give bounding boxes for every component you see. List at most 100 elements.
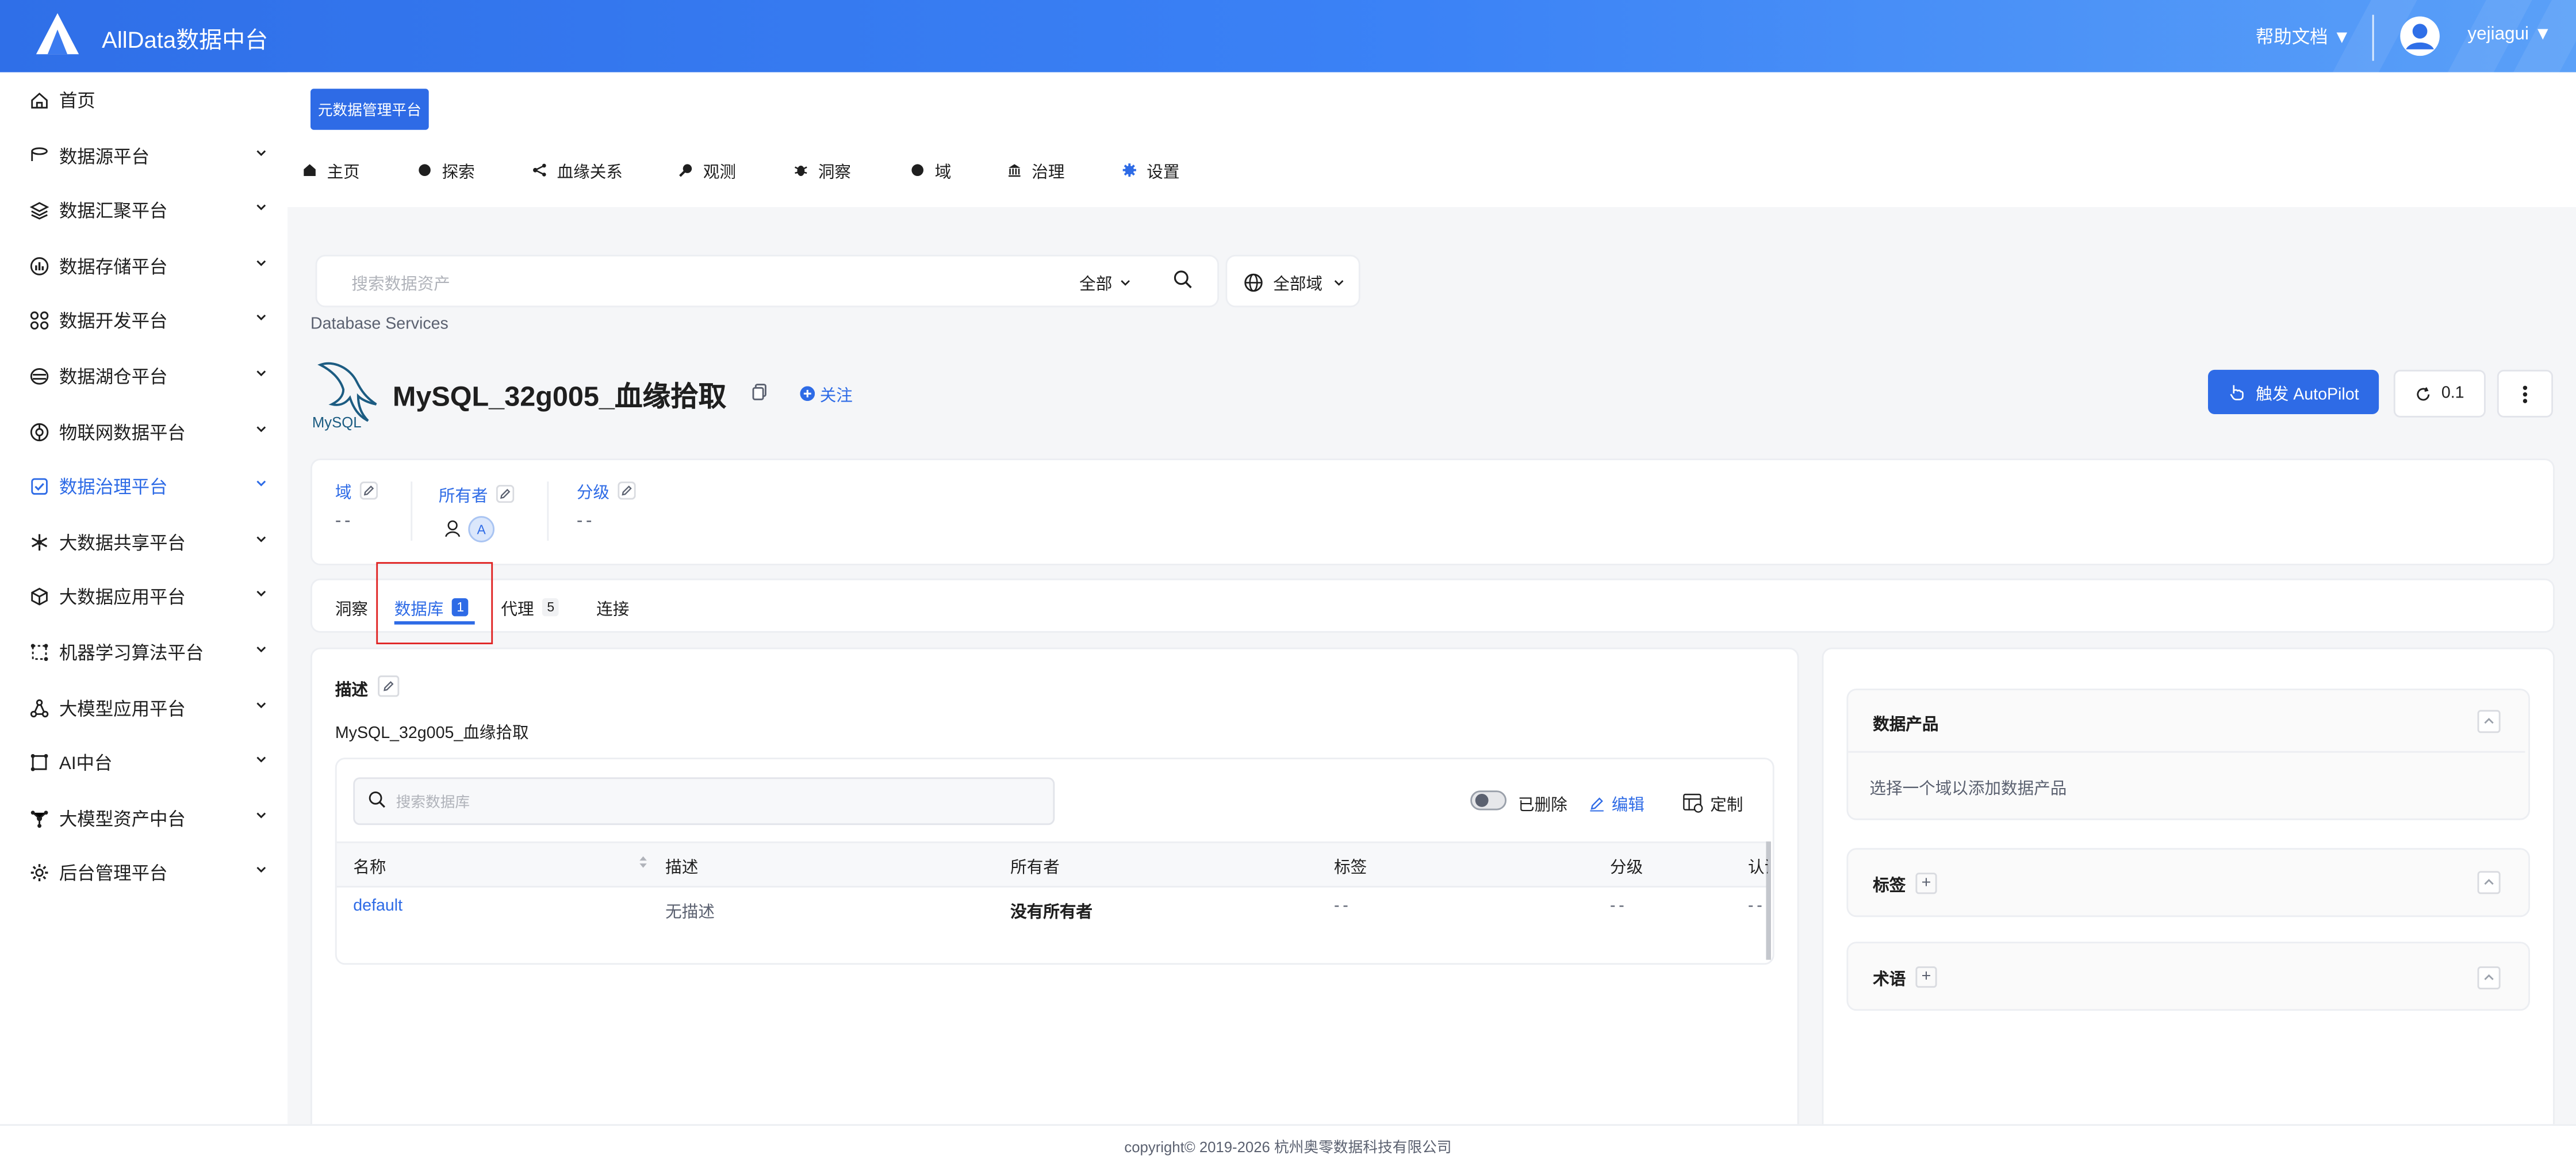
home-icon bbox=[304, 164, 316, 176]
autopilot-label: 触发 AutoPilot bbox=[2256, 386, 2359, 404]
sidebar-item-12[interactable]: AI中台 bbox=[0, 741, 288, 784]
collapse-icon[interactable] bbox=[2477, 710, 2501, 733]
chevron-down-icon[interactable] bbox=[255, 477, 268, 490]
user-avatar-icon[interactable] bbox=[2400, 16, 2440, 56]
database-link[interactable]: default bbox=[353, 897, 402, 915]
chevron-down-icon[interactable] bbox=[255, 256, 268, 269]
tab-3[interactable]: 连接 bbox=[596, 595, 629, 620]
tier-field[interactable]: 分级 bbox=[577, 478, 636, 503]
follow-label: 关注 bbox=[819, 388, 853, 406]
tier-label: 分级 bbox=[576, 484, 610, 503]
sidebar-item-11[interactable]: 大模型应用平台 bbox=[0, 686, 288, 729]
trigger-autopilot-button[interactable]: 触发 AutoPilot bbox=[2208, 369, 2379, 414]
column-header[interactable]: 标签 bbox=[1334, 853, 1367, 877]
sidebar-item-label: 数据存储平台 bbox=[59, 257, 168, 278]
nav-insights[interactable]: 洞察 bbox=[793, 158, 851, 182]
edit-icon[interactable] bbox=[359, 481, 378, 500]
chevron-down-icon[interactable] bbox=[255, 698, 268, 711]
table-cell: -- bbox=[1610, 897, 1628, 916]
sidebar-item-3[interactable]: 数据存储平台 bbox=[0, 244, 288, 287]
tab-0[interactable]: 洞察 bbox=[335, 595, 368, 620]
nav-governance[interactable]: 治理 bbox=[1007, 158, 1064, 182]
column-header[interactable]: 名称 bbox=[353, 853, 386, 877]
nav-settings[interactable]: 设置 bbox=[1122, 158, 1179, 182]
add-tag-icon[interactable]: + bbox=[1915, 873, 1937, 894]
chevron-down-icon[interactable] bbox=[255, 422, 268, 435]
nav-home[interactable]: 主页 bbox=[302, 158, 360, 182]
chevron-down-icon[interactable] bbox=[255, 753, 268, 766]
sort-icon[interactable] bbox=[638, 855, 649, 870]
collapse-icon[interactable] bbox=[2477, 871, 2501, 894]
owner-avatar[interactable]: A bbox=[468, 516, 494, 542]
meta-divider bbox=[411, 481, 413, 541]
nav-observe[interactable]: 观测 bbox=[678, 158, 736, 182]
user-menu[interactable]: yejiagui ▼ bbox=[2467, 25, 2551, 44]
nav-explore[interactable]: 探索 bbox=[417, 158, 475, 182]
search-scope-select[interactable]: 全部 bbox=[1079, 270, 1132, 295]
sidebar-item-5[interactable]: 数据湖仓平台 bbox=[0, 355, 288, 397]
brand-logo-icon[interactable] bbox=[33, 10, 82, 59]
description-edit-icon[interactable] bbox=[378, 675, 400, 697]
meta-info-card bbox=[310, 458, 2555, 565]
customize-icon bbox=[1683, 793, 1703, 813]
toggle-knob bbox=[1475, 794, 1489, 807]
chevron-down-icon[interactable] bbox=[255, 643, 268, 656]
follow-button[interactable]: 关注 bbox=[800, 381, 853, 406]
nav-label: 洞察 bbox=[818, 164, 851, 183]
sidebar-item-1[interactable]: 数据源平台 bbox=[0, 134, 288, 177]
version-button[interactable]: 0.1 bbox=[2393, 369, 2486, 418]
sidebar-item-label: 首页 bbox=[59, 92, 95, 112]
sidebar-item-14[interactable]: 后台管理平台 bbox=[0, 852, 288, 894]
tab-1[interactable]: 数据库 1 bbox=[394, 595, 469, 620]
chevron-down-icon bbox=[1334, 279, 1344, 285]
sidebar-item-2[interactable]: 数据汇聚平台 bbox=[0, 189, 288, 232]
copyright-text: copyright© 2019-2026 杭州奥零数据科技有限公司 bbox=[1124, 1139, 1452, 1156]
sidebar-item-label: 数据汇聚平台 bbox=[59, 202, 168, 223]
sidebar-item-7[interactable]: 数据治理平台 bbox=[0, 465, 288, 508]
edit-icon[interactable] bbox=[618, 481, 636, 500]
breadcrumb[interactable]: Database Services bbox=[310, 316, 448, 334]
sidebar-item-4[interactable]: 数据开发平台 bbox=[0, 300, 288, 342]
sidebar-item-0[interactable]: 首页 bbox=[0, 79, 288, 121]
chevron-down-icon[interactable] bbox=[255, 532, 268, 545]
add-glossary-icon[interactable]: + bbox=[1915, 966, 1937, 988]
edit-icon[interactable] bbox=[496, 484, 515, 503]
tab-2[interactable]: 代理 5 bbox=[501, 595, 559, 620]
chevron-down-icon[interactable] bbox=[255, 808, 268, 821]
help-docs-menu[interactable]: 帮助文档 ▼ bbox=[2256, 23, 2351, 49]
domain-field[interactable]: 域 bbox=[335, 478, 378, 503]
nav-domain[interactable]: 域 bbox=[910, 158, 951, 182]
chevron-down-icon[interactable] bbox=[255, 366, 268, 380]
sidebar-item-label: 物联网数据平台 bbox=[59, 423, 186, 443]
column-header[interactable]: 认证 bbox=[1748, 853, 1768, 877]
chevron-down-icon[interactable] bbox=[255, 311, 268, 324]
sidebar-item-8[interactable]: 大数据共享平台 bbox=[0, 521, 288, 563]
chevron-down-icon[interactable] bbox=[255, 201, 268, 214]
sidebar-item-6[interactable]: 物联网数据平台 bbox=[0, 410, 288, 453]
header-divider bbox=[2372, 14, 2374, 61]
nav-lineage[interactable]: 血缘关系 bbox=[532, 158, 623, 182]
sidebar-item-label: 大数据共享平台 bbox=[59, 533, 186, 554]
search-icon[interactable] bbox=[1173, 270, 1193, 289]
collapse-icon[interactable] bbox=[2477, 966, 2501, 989]
sidebar-item-10[interactable]: 机器学习算法平台 bbox=[0, 631, 288, 674]
metadata-platform-button[interactable]: 元数据管理平台 bbox=[310, 89, 429, 130]
column-header[interactable]: 分级 bbox=[1610, 853, 1643, 877]
edit-button[interactable]: 编辑 bbox=[1589, 790, 1644, 815]
description-label: 描述 bbox=[335, 682, 368, 701]
more-actions-button[interactable] bbox=[2497, 369, 2553, 418]
chart-icon bbox=[30, 257, 49, 275]
sidebar-item-13[interactable]: 大模型资产中台 bbox=[0, 797, 288, 839]
sidebar-item-9[interactable]: 大数据应用平台 bbox=[0, 576, 288, 618]
column-header[interactable]: 描述 bbox=[665, 853, 698, 877]
owner-field[interactable]: 所有者 bbox=[439, 481, 515, 506]
sidebar-item-label: 大模型应用平台 bbox=[59, 699, 186, 720]
search-scope-value: 全部 bbox=[1079, 276, 1113, 295]
domain-select[interactable]: 全部域 bbox=[1225, 254, 1360, 308]
customize-button[interactable]: 定制 bbox=[1682, 790, 1743, 815]
chevron-down-icon[interactable] bbox=[255, 587, 268, 601]
chevron-down-icon[interactable] bbox=[255, 146, 268, 159]
copy-icon[interactable] bbox=[751, 383, 769, 401]
chevron-down-icon[interactable] bbox=[255, 863, 268, 877]
column-header[interactable]: 所有者 bbox=[1010, 853, 1060, 877]
